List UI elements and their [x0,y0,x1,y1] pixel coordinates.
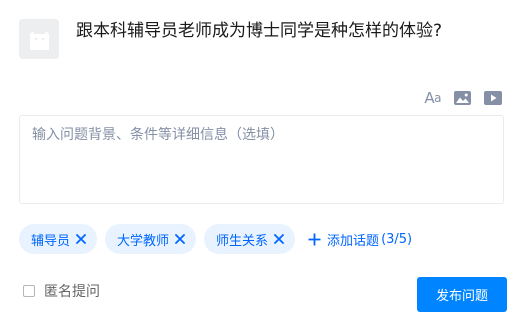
video-icon[interactable] [484,89,502,107]
anonymous-toggle[interactable]: 匿名提问 [23,282,100,300]
topic-tags: 辅导员 大学教师 师生关系 添加话题 (3/5) [19,224,412,254]
editor-toolbar: Aa [424,89,502,107]
topic-tag[interactable]: 辅导员 [19,224,98,254]
question-title[interactable]: 跟本科辅导员老师成为博士同学是种怎样的体验? [76,19,506,43]
plus-icon [307,232,321,246]
anonymous-label: 匿名提问 [44,284,100,300]
anonymous-checkbox[interactable] [23,285,35,297]
topic-tag-label: 师生关系 [216,233,269,249]
avatar [19,19,59,59]
topic-tag-label: 辅导员 [31,233,71,249]
font-icon-label-big: A [424,89,435,107]
close-icon[interactable] [174,233,186,245]
detail-field[interactable] [19,115,504,204]
topic-tag[interactable]: 大学教师 [105,224,197,254]
close-icon[interactable] [75,233,87,245]
font-size-icon[interactable]: Aa [424,89,441,107]
add-topic-label: 添加话题 [327,233,380,249]
image-icon[interactable] [454,89,471,107]
topic-count: (3/5) [381,231,413,247]
topic-tag[interactable]: 师生关系 [204,224,296,254]
add-topic-button[interactable]: 添加话题 (3/5) [307,224,412,254]
topic-tag-label: 大学教师 [117,233,170,249]
publish-button[interactable]: 发布问题 [417,277,507,312]
detail-input[interactable] [32,125,491,194]
ask-question-dialog: 跟本科辅导员老师成为博士同学是种怎样的体验? Aa 辅导员 [0,0,527,334]
close-icon[interactable] [273,233,285,245]
default-avatar-icon [19,19,59,59]
font-icon-label-small: a [434,91,441,105]
